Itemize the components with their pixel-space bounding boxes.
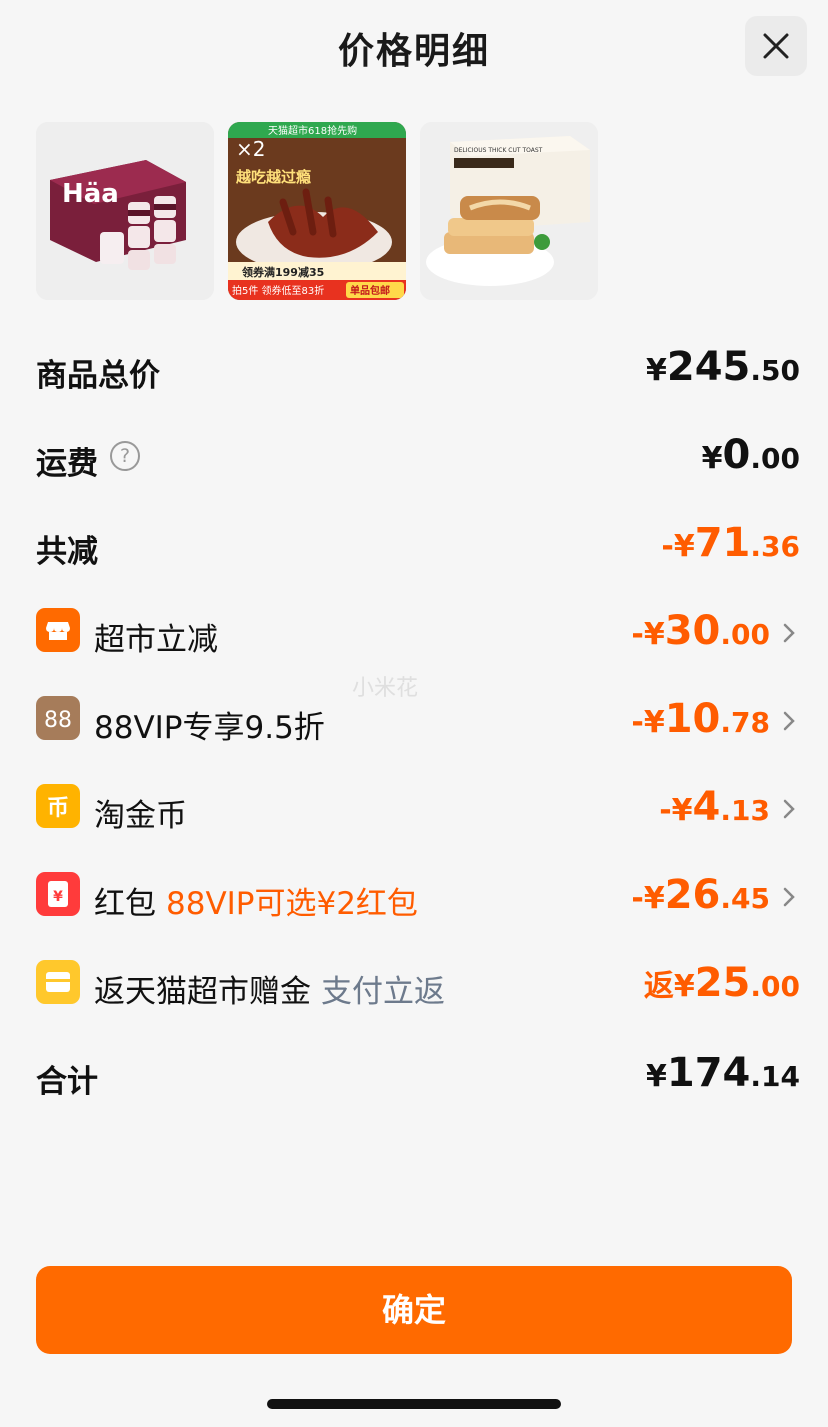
total-discount-price: -¥71.36 [661,520,800,566]
subtotal-label: 商品总价 [36,358,160,394]
svg-text:×2: ×2 [236,137,265,161]
svg-text:DELICIOUS THICK CUT TOAST: DELICIOUS THICK CUT TOAST [454,147,543,154]
product-thumb-chicken-feet[interactable]: 天猫超市618抢先购 ×2 越吃越过瘾 领券满199减35 拍5件 领券低至83… [228,122,406,300]
svg-text:越吃越过瘾: 越吃越过瘾 [235,168,311,186]
svg-text:Häa: Häa [62,179,119,209]
discount-label: 88VIP专享9.5折 [94,710,325,746]
discount-price: -¥10.78 [631,696,770,742]
discount-row-cashback: 返天猫超市赠金 支付立返 返¥25.00 [36,954,800,1014]
total-discount-label: 共减 [36,534,98,570]
discount-label: 超市立减 [94,622,218,658]
svg-text:拍5件 领券低至83折: 拍5件 领券低至83折 [232,284,324,297]
close-button[interactable] [745,16,807,76]
shipping-row: 运费 ? ¥0.00 [36,426,800,486]
subtotal-price: ¥245.50 [646,344,800,390]
discount-price: -¥30.00 [631,608,770,654]
subtotal-row: 商品总价 ¥245.50 [36,338,800,398]
svg-text:88: 88 [44,708,72,733]
header: 价格明细 [0,0,828,96]
cashback-hint: 支付立返 [321,974,445,1010]
svg-text:领券满199减35: 领券满199减35 [241,265,324,279]
discount-price: -¥26.45 [631,872,770,918]
chevron-right-icon [783,887,795,907]
gift-icon [36,960,80,1004]
product-thumb-icecream[interactable]: Häa [36,122,214,300]
discount-row-coins[interactable]: 币 淘金币 -¥4.13 [36,778,800,838]
watermark: 小米花 [352,676,419,701]
product-thumb-toast[interactable]: DELICIOUS THICK CUT TOAST [420,122,598,300]
discount-row-redpacket[interactable]: ¥ 红包 88VIP可选¥2红包 -¥26.45 [36,866,800,926]
discount-label: 返天猫超市赠金 支付立返 [94,974,445,1010]
help-icon[interactable]: ? [110,441,140,471]
shipping-price: ¥0.00 [701,432,800,478]
discount-label: 淘金币 [94,798,187,834]
discount-price: 返¥25.00 [643,960,800,1006]
coin-icon: 币 [36,784,80,828]
discount-label: 红包 88VIP可选¥2红包 [94,886,418,922]
svg-text:¥: ¥ [53,889,63,905]
total-row: 合计 ¥174.14 [36,1044,800,1104]
total-label: 合计 [36,1064,98,1100]
store-icon [36,608,80,652]
discount-price: -¥4.13 [659,784,770,830]
close-icon [763,33,789,59]
red-packet-icon: ¥ [36,872,80,916]
chevron-right-icon [783,799,795,819]
svg-text:单品包邮: 单品包邮 [350,284,390,297]
total-price: ¥174.14 [646,1050,800,1096]
chevron-right-icon [783,623,795,643]
svg-text:天猫超市618抢先购: 天猫超市618抢先购 [268,124,357,137]
confirm-button[interactable]: 确定 [36,1266,792,1354]
page-title: 价格明细 [337,31,490,72]
discount-row-supermarket[interactable]: 超市立减 -¥30.00 [36,602,800,662]
vip88-icon: 88 [36,696,80,740]
home-indicator [267,1399,561,1409]
chevron-right-icon [783,711,795,731]
shipping-label: 运费 [36,446,98,482]
redpacket-vip-hint: 88VIP可选¥2红包 [166,886,418,922]
svg-text:币: 币 [47,796,69,821]
total-discount-row: 共减 -¥71.36 [36,514,800,574]
